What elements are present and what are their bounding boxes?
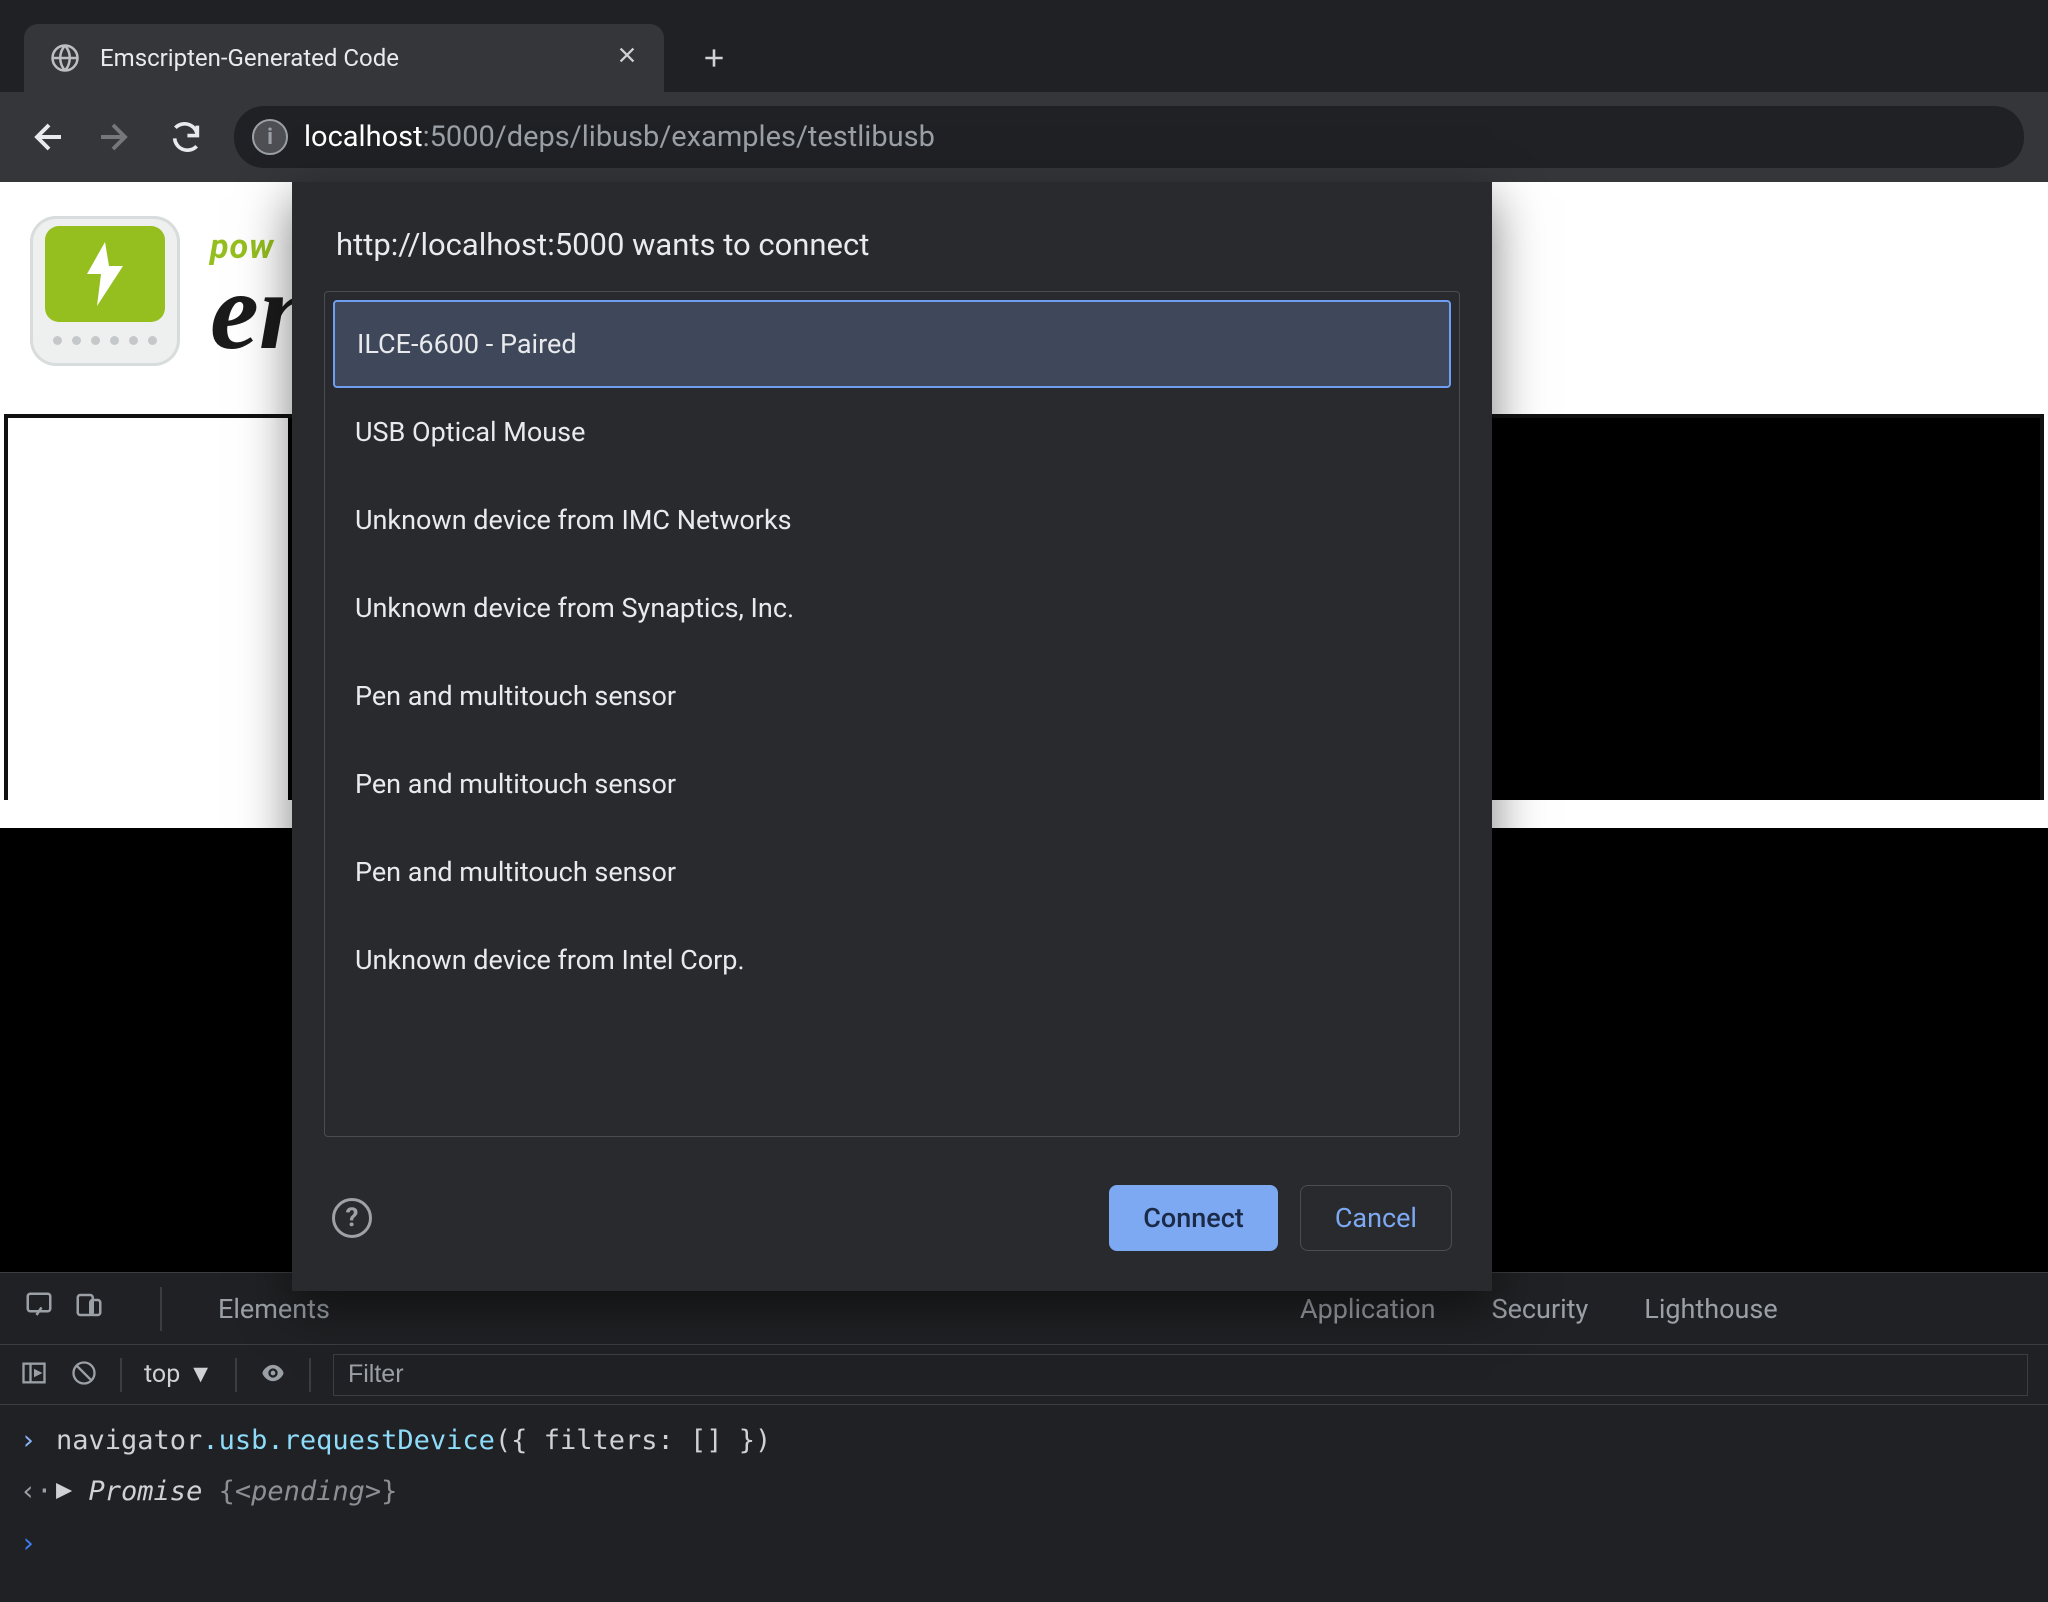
tab-title: Emscripten-Generated Code [100, 44, 399, 72]
close-icon[interactable] [616, 43, 638, 73]
device-item[interactable]: USB Optical Mouse [333, 388, 1451, 476]
console-result[interactable]: ▶ Promise {<pending>} [56, 1466, 397, 1517]
device-toggle-icon[interactable] [74, 1290, 104, 1327]
tab-lighthouse[interactable]: Lighthouse [1644, 1293, 1777, 1325]
device-item-label: Pen and multitouch sensor [355, 768, 676, 800]
new-tab-button[interactable] [684, 28, 744, 88]
dialog-title: http://localhost:5000 wants to connect [292, 182, 1492, 291]
device-item-label: ILCE-6600 - Paired [357, 328, 577, 360]
console-output: › navigator.usb.requestDevice({ filters:… [0, 1405, 2048, 1579]
prompt-icon: › [20, 1415, 40, 1466]
context-label: top [144, 1360, 180, 1389]
tab-application[interactable]: Application [1300, 1293, 1436, 1325]
device-item-label: Unknown device from Synaptics, Inc. [355, 592, 794, 624]
connect-button[interactable]: Connect [1109, 1185, 1278, 1251]
toolbar: i localhost:5000/deps/libusb/examples/te… [0, 92, 2048, 182]
browser-tab[interactable]: Emscripten-Generated Code [24, 24, 664, 92]
url-text: localhost:5000/deps/libusb/examples/test… [304, 120, 935, 154]
device-item-label: Pen and multitouch sensor [355, 680, 676, 712]
back-button[interactable] [24, 115, 68, 159]
expand-triangle-icon[interactable]: ▶ [56, 1464, 72, 1515]
cancel-button[interactable]: Cancel [1300, 1185, 1452, 1251]
device-item-label: Unknown device from IMC Networks [355, 504, 792, 536]
device-item[interactable]: Unknown device from Synaptics, Inc. [333, 564, 1451, 652]
reload-button[interactable] [164, 115, 208, 159]
tab-elements[interactable]: Elements [218, 1293, 330, 1325]
console-filter-input[interactable] [333, 1354, 2028, 1396]
sidebar-toggle-icon[interactable] [20, 1359, 48, 1391]
chevron-down-icon: ▼ [188, 1360, 213, 1389]
console-code: navigator.usb.requestDevice({ filters: [… [56, 1415, 771, 1466]
inspect-icon[interactable] [24, 1290, 54, 1327]
context-selector[interactable]: top ▼ [144, 1360, 213, 1389]
console-output-line: ‹· ▶ Promise {<pending>} [20, 1466, 2028, 1517]
address-bar[interactable]: i localhost:5000/deps/libusb/examples/te… [234, 106, 2024, 168]
output-icon: ‹· [20, 1466, 40, 1517]
console-input-line: › navigator.usb.requestDevice({ filters:… [20, 1415, 2028, 1466]
device-item[interactable]: Pen and multitouch sensor [333, 652, 1451, 740]
globe-icon [50, 43, 80, 73]
usb-permission-dialog: http://localhost:5000 wants to connect I… [292, 182, 1492, 1291]
help-icon[interactable]: ? [332, 1198, 372, 1238]
dialog-footer: ? Connect Cancel [292, 1167, 1492, 1261]
device-item[interactable]: Unknown device from IMC Networks [333, 476, 1451, 564]
device-list: ILCE-6600 - Paired USB Optical Mouse Unk… [324, 291, 1460, 1137]
browser-chrome: Emscripten-Generated Code [0, 0, 2048, 182]
tab-strip: Emscripten-Generated Code [0, 0, 2048, 92]
live-expression-icon[interactable] [259, 1359, 287, 1391]
device-item[interactable]: Unknown device from Intel Corp. [333, 916, 1451, 1004]
forward-button[interactable] [94, 115, 138, 159]
console-toolbar: top ▼ [0, 1345, 2048, 1405]
device-item-label: USB Optical Mouse [355, 416, 585, 448]
url-path: :5000/deps/libusb/examples/testlibusb [423, 120, 935, 154]
device-item[interactable]: Pen and multitouch sensor [333, 828, 1451, 916]
console-prompt[interactable]: › [20, 1518, 2028, 1569]
device-item[interactable]: Pen and multitouch sensor [333, 740, 1451, 828]
device-item-label: Unknown device from Intel Corp. [355, 944, 745, 976]
devtools-panel: Elements Console Sources ● Network Perfo… [0, 1272, 2048, 1602]
site-info-icon[interactable]: i [252, 119, 288, 155]
clear-console-icon[interactable] [70, 1359, 98, 1391]
device-item-label: Pen and multitouch sensor [355, 856, 676, 888]
prompt-icon: › [20, 1518, 40, 1569]
url-host: localhost [304, 120, 423, 154]
emscripten-logo-icon [30, 216, 180, 366]
tab-security[interactable]: Security [1492, 1293, 1589, 1325]
device-item[interactable]: ILCE-6600 - Paired [333, 300, 1451, 388]
